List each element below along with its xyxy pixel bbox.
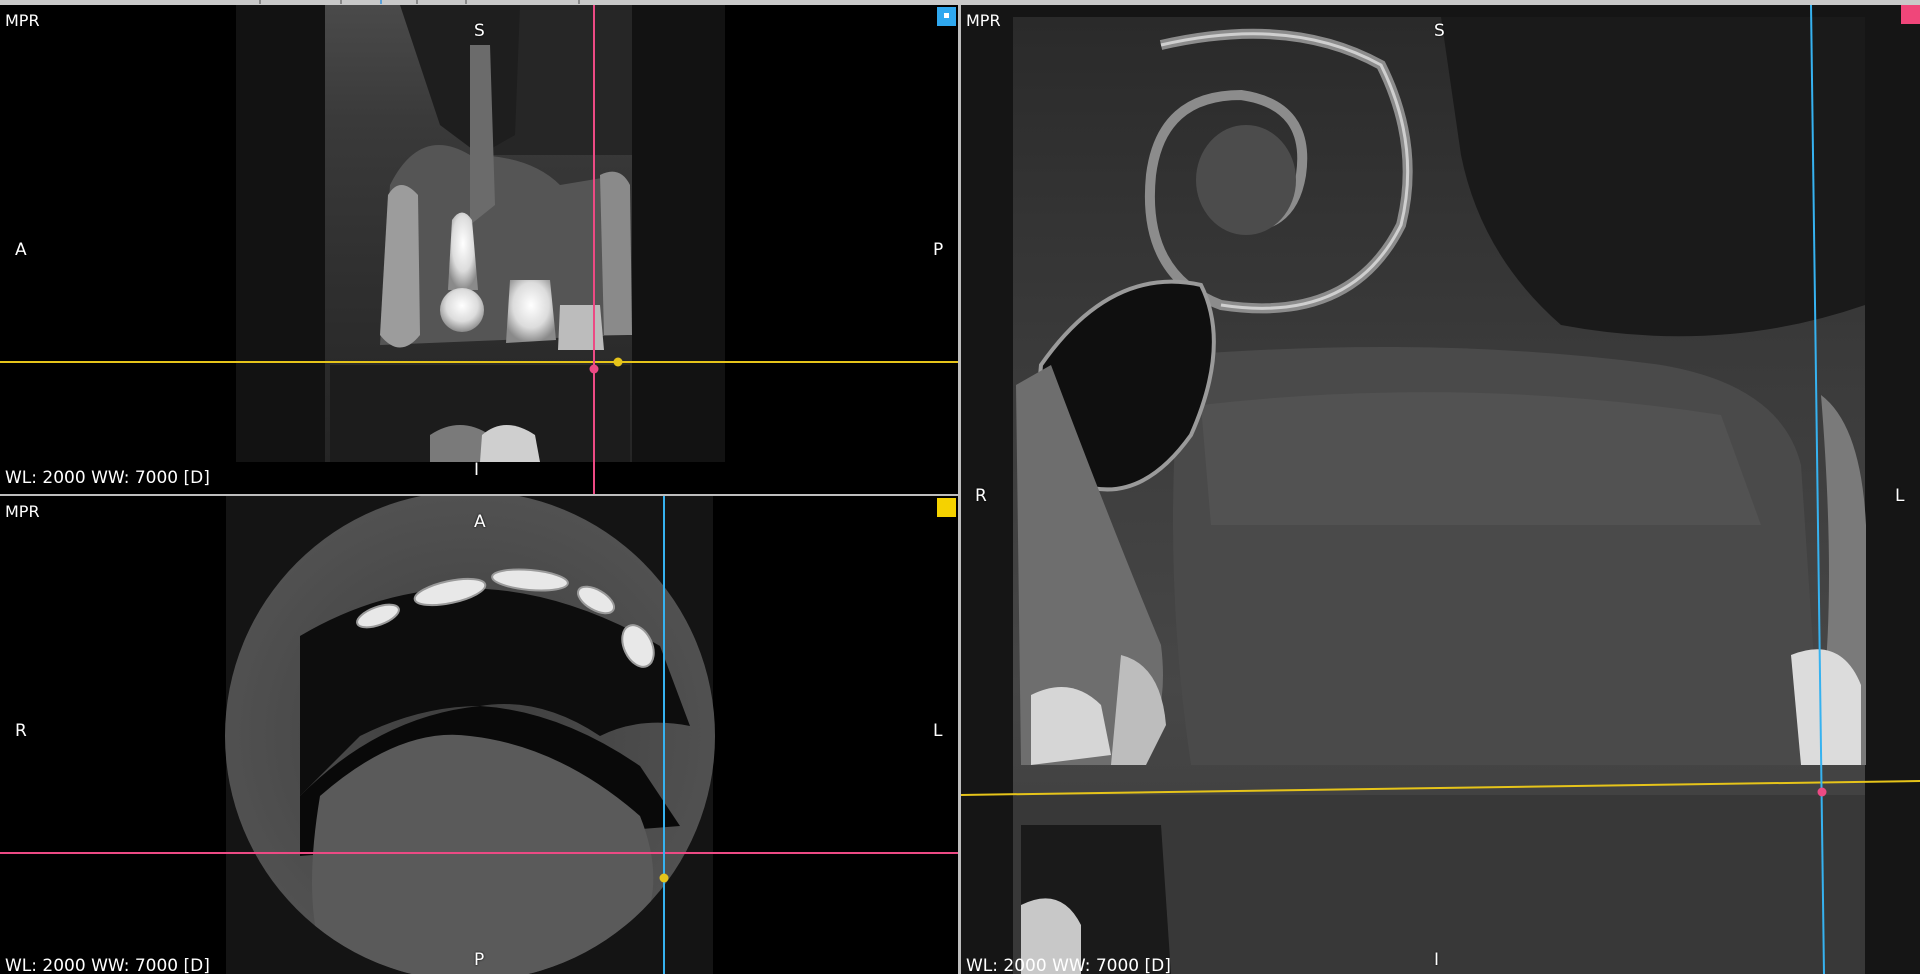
strip-tick (416, 0, 418, 4)
orientation-bottom-label: I (1434, 950, 1440, 970)
viewport-color-marker[interactable] (937, 498, 956, 517)
strip-tick (380, 0, 382, 4)
orientation-right-label: P (933, 240, 944, 260)
strip-tick (578, 0, 580, 4)
axial-viewport[interactable]: MPR A P R L WL: 2000 WW: 7000 [D] (0, 496, 958, 974)
orientation-right-label: L (1895, 486, 1905, 506)
window-level-readout: WL: 2000 WW: 7000 [D] (966, 956, 1171, 974)
orientation-left-label: R (15, 721, 27, 741)
window-level-readout: WL: 2000 WW: 7000 [D] (5, 468, 210, 488)
coronal-scan-image (961, 5, 1920, 974)
sagittal-viewport[interactable]: MPR S I A P WL: 2000 WW: 7000 [D] (0, 5, 958, 494)
orientation-bottom-label: I (474, 460, 480, 480)
orientation-top-label: S (1434, 21, 1445, 41)
orientation-left-label: A (15, 240, 27, 260)
viewport-color-marker[interactable] (937, 7, 956, 26)
viewport-mode-label: MPR (5, 502, 40, 521)
axial-scan-image (0, 496, 958, 974)
orientation-top-label: A (474, 512, 486, 532)
marker-dot (944, 13, 949, 18)
viewport-mode-label: MPR (966, 11, 1001, 30)
coronal-viewport[interactable]: MPR S I R L WL: 2000 WW: 7000 [D] (961, 5, 1920, 974)
strip-tick (259, 0, 261, 4)
orientation-right-label: L (933, 721, 943, 741)
viewport-mode-label: MPR (5, 11, 40, 30)
viewport-color-marker[interactable] (1901, 5, 1920, 24)
window-level-readout: WL: 2000 WW: 7000 [D] (5, 956, 210, 974)
orientation-top-label: S (474, 21, 485, 41)
sagittal-scan-image (0, 5, 958, 494)
strip-tick (465, 0, 467, 4)
strip-tick (340, 0, 342, 4)
orientation-bottom-label: P (474, 950, 485, 970)
mpr-viewer: MPR S I A P WL: 2000 WW: 7000 [D] MPR A … (0, 0, 1920, 974)
orientation-left-label: R (975, 486, 987, 506)
